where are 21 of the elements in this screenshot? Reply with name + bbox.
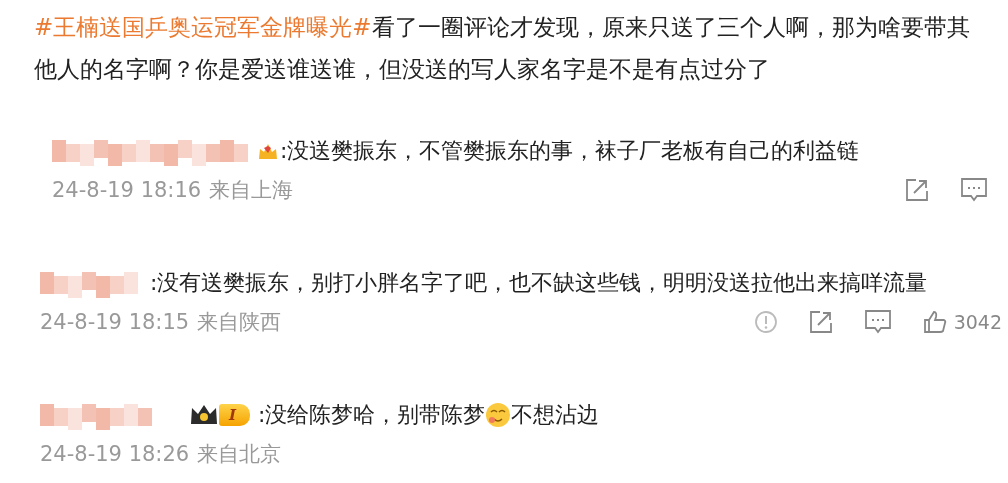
comment-date: 24-8-19 18:15 xyxy=(40,310,190,334)
comment-icon[interactable] xyxy=(960,177,988,203)
comment-icon[interactable] xyxy=(863,309,892,335)
comment-text: :没给陈梦哈，别带陈梦 xyxy=(258,401,486,429)
like-count: 3042 xyxy=(953,311,1002,333)
comment-location: 来自北京 xyxy=(197,441,282,468)
comment-date: 24-8-19 18:26 xyxy=(40,442,190,466)
thumbs-up-icon[interactable] xyxy=(921,309,948,335)
comment-date: 24-8-19 18:16 xyxy=(52,178,202,202)
share-icon[interactable] xyxy=(904,177,930,203)
share-icon[interactable] xyxy=(807,309,834,335)
level-badge: I xyxy=(219,404,251,426)
comment-location: 来自陕西 xyxy=(197,309,282,336)
comment-location: 来自上海 xyxy=(209,177,294,204)
comment-text: :没送樊振东，不管樊振东的事，袜子厂老板有自己的利益链 xyxy=(280,137,860,165)
hashtag-link[interactable]: #王楠送国乒奥运冠军金牌曝光# xyxy=(34,14,372,40)
comment-text: :没有送樊振东，别打小胖名字了吧，也不缺这些钱，明明没送拉他出来搞咩流量 xyxy=(150,269,928,297)
comment-text: 不想沾边 xyxy=(511,401,600,429)
smiling-face-emoji-icon xyxy=(485,402,512,428)
report-icon[interactable] xyxy=(753,310,778,334)
post-text: #王楠送国乒奥运冠军金牌曝光#看了一圈评论才发现，原来只送了三个人啊，那为啥要带其他人的名字啊？你是爱送谁送谁，但没送的写人家名字是不是有点过分了 xyxy=(34,13,971,84)
